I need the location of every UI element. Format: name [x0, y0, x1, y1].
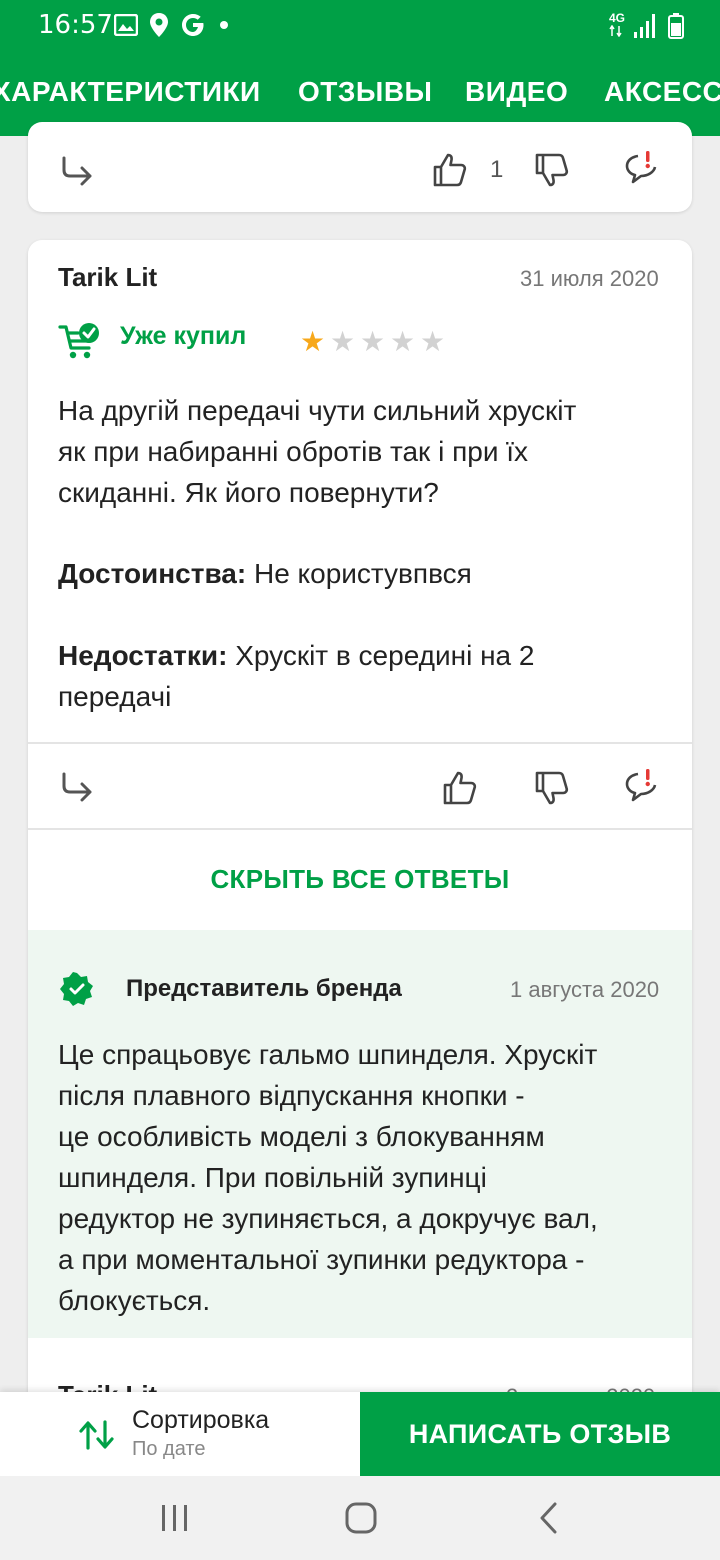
report-icon[interactable]: [624, 150, 664, 188]
bottom-action-bar: Сортировка По дате НАПИСАТЬ ОТЗЫВ: [0, 1392, 720, 1476]
brand-reply: Представитель бренда 1 августа 2020 Це с…: [28, 930, 692, 1338]
cons-text-continued: передачі: [58, 681, 172, 712]
review-author: Tarik Lit: [58, 262, 158, 292]
previous-review-card: 1: [28, 122, 692, 212]
write-review-button[interactable]: НАПИСАТЬ ОТЗЫВ: [360, 1392, 720, 1476]
back-icon[interactable]: [538, 1502, 560, 1534]
purchased-label: Уже купил: [120, 322, 247, 350]
sort-value: По дате: [132, 1438, 206, 1460]
star-filled-icon: ★: [300, 326, 326, 357]
thumbs-down-icon[interactable]: [534, 152, 570, 188]
review-text-line: як при набиранні обротів так і при їх: [58, 436, 529, 467]
reply-arrow-icon[interactable]: [60, 772, 94, 802]
battery-icon: [668, 13, 684, 39]
verified-badge-icon: [60, 972, 94, 1006]
system-nav-bar: [0, 1476, 720, 1560]
reply-text-line: а при моментальної зупинки редуктора -: [58, 1244, 585, 1275]
thumbs-up-icon[interactable]: [442, 770, 478, 806]
star-empty-icon: ★: [330, 326, 356, 357]
reply-text-line: це особливість моделі з блокуванням: [58, 1121, 545, 1152]
review-card: Tarik Lit 31 июля 2020 Уже купил ★ ★ ★ ★…: [28, 240, 692, 1420]
cons-label: Недостатки:: [58, 640, 228, 671]
reply-text-line: блокується.: [58, 1285, 211, 1316]
reply-author: Представитель бренда: [126, 975, 402, 1002]
status-bar: 16:57 4G: [0, 0, 720, 52]
sort-button[interactable]: Сортировка По дате: [0, 1392, 360, 1476]
review-date: 31 июля 2020: [520, 266, 659, 291]
tab-characteristics[interactable]: ХАРАКТЕРИСТИКИ: [0, 76, 261, 108]
reply-text-line: шпинделя. При повільній зупинці: [58, 1162, 487, 1193]
reply-text-line: редуктор не зупиняється, а докручує вал,: [58, 1203, 598, 1234]
cart-check-icon: [58, 322, 100, 362]
review-text-line: скиданні. Як його повернути?: [58, 477, 439, 508]
star-empty-icon: ★: [390, 326, 416, 357]
like-count: 1: [490, 156, 504, 183]
reply-date: 1 августа 2020: [510, 977, 660, 1002]
reply-text-line: після плавного відпускання кнопки -: [58, 1080, 525, 1111]
pros-text: Не користувпвся: [253, 558, 472, 589]
divider: [28, 742, 692, 744]
google-icon: [180, 12, 206, 38]
rating-stars: ★ ★ ★ ★ ★: [300, 328, 450, 358]
location-icon: [149, 12, 169, 38]
sort-arrows-icon: [78, 1420, 116, 1450]
data-arrows-icon: [609, 25, 623, 37]
reply-text-line: Це спрацьовує гальмо шпинделя. Хрускіт: [58, 1039, 598, 1070]
tab-accessories[interactable]: АКСЕССУ: [604, 76, 720, 108]
star-empty-icon: ★: [360, 326, 386, 357]
thumbs-down-icon[interactable]: [534, 770, 570, 806]
dot-icon: [220, 21, 228, 29]
tab-video[interactable]: ВИДЕО: [465, 76, 568, 108]
status-time: 16:57: [38, 10, 113, 40]
review-text-line: На другій передачі чути сильний хрускіт: [58, 395, 577, 426]
write-review-label: НАПИСАТЬ ОТЗЫВ: [408, 1419, 672, 1449]
recent-apps-icon[interactable]: [160, 1504, 190, 1532]
review-pros: Достоинства: Не користувпвся: [58, 553, 678, 594]
reply-text: Це спрацьовує гальмо шпинделя. Хрускіт п…: [58, 1034, 688, 1321]
hide-answers-button[interactable]: СКРЫТЬ ВСЕ ОТВЕТЫ: [28, 864, 692, 895]
thumbs-up-icon[interactable]: [432, 152, 468, 188]
divider: [28, 828, 692, 830]
report-icon[interactable]: [624, 768, 664, 806]
cons-text: Хрускіт в середині на 2: [235, 640, 535, 671]
review-text: На другій передачі чути сильний хрускіт …: [58, 390, 678, 513]
pros-label: Достоинства:: [58, 558, 247, 589]
star-empty-icon: ★: [420, 326, 446, 357]
tab-reviews[interactable]: ОТЗЫВЫ: [298, 76, 432, 108]
reply-arrow-icon[interactable]: [60, 156, 94, 186]
signal-icon: [634, 14, 656, 38]
review-cons: Недостатки: Хрускіт в середині на 2 пере…: [58, 635, 678, 717]
home-icon[interactable]: [345, 1502, 377, 1534]
network-type: 4G: [609, 11, 626, 25]
image-icon: [114, 14, 138, 36]
sort-label: Сортировка: [132, 1406, 270, 1434]
